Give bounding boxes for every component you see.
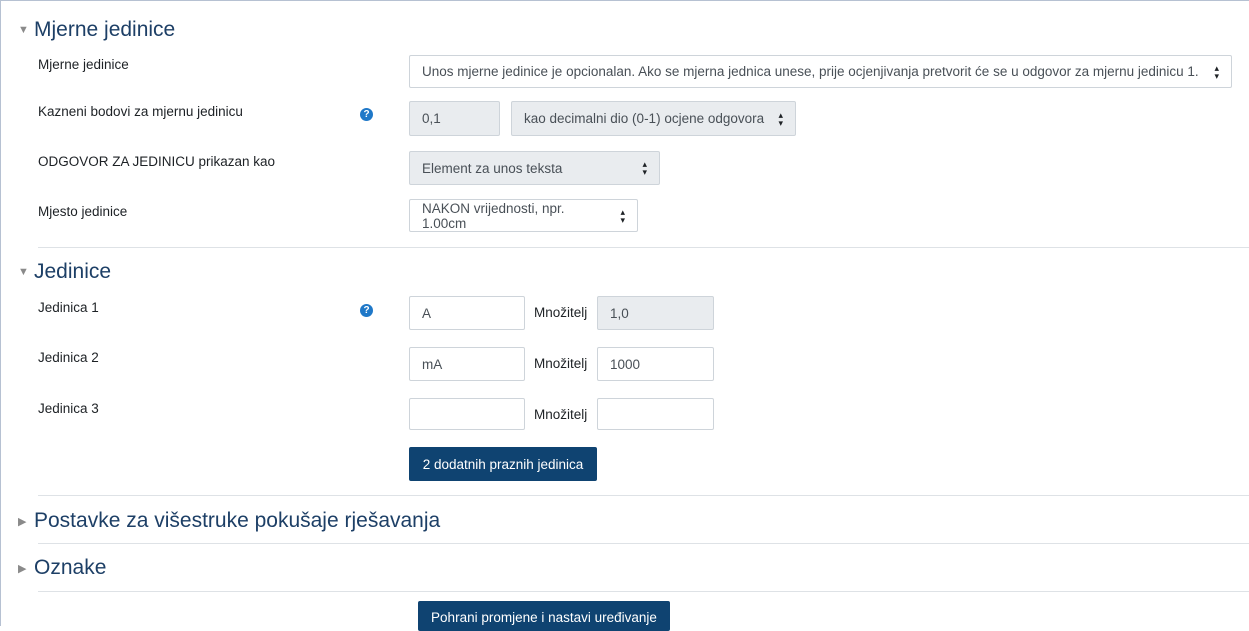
section-header-units[interactable]: ▼ Mjerne jedinice [18,18,175,42]
unit-display-select[interactable]: Element za unos teksta ▴ ▾ [409,151,660,185]
multiplier-2-input[interactable]: 1000 [597,347,714,381]
question-circle-icon[interactable]: ? [360,108,373,121]
section-title: Postavke za višestruke pokušaje rješavan… [34,509,441,532]
unit-display-label: ODGOVOR ZA JEDINICU prikazan kao [38,154,276,169]
multiplier-label: Množitelj [534,305,588,320]
add-blank-units-button[interactable]: 2 dodatnih praznih jedinica [409,447,597,481]
unit-1-value: A [422,305,432,321]
unit-position-select[interactable]: NAKON vrijednosti, npr. 1.00cm ▴ ▾ [409,199,638,232]
unit-penalty-mode-value: kao decimalni dio (0-1) ocjene odgovora [524,111,765,126]
unit-row-label: Jedinica 2 [38,350,99,365]
section-header-unit-list[interactable]: ▼ Jedinice [18,260,111,284]
section-title: Mjerne jedinice [34,18,176,41]
select-caret-icon: ▴ ▾ [778,109,783,128]
unit-display-value: Element za unos teksta [422,160,563,176]
unit-2-value: mA [422,356,443,372]
unit-position-label: Mjesto jedinice [38,204,128,219]
unit-penalty-mode-select[interactable]: kao decimalni dio (0-1) ocjene odgovora … [511,101,796,136]
multiplier-3-input[interactable] [597,398,714,430]
section-title: Jedinice [34,260,112,283]
multiplier-label: Množitelj [534,407,588,422]
unit-penalty-input[interactable]: 0,1 [409,101,500,136]
unit-penalty-value: 0,1 [422,111,441,126]
unit-penalty-label: Kazneni bodovi za mjernu jedinicu [38,104,243,119]
unit-row-label: Jedinica 3 [38,401,99,416]
unit-handling-label: Mjerne jedinice [38,57,129,72]
question-circle-icon[interactable]: ? [360,304,373,317]
multiplier-2-value: 1000 [610,356,641,372]
select-caret-icon: ▴ ▾ [620,206,625,225]
section-header-tags[interactable]: ▶ Oznake [18,556,106,580]
triangle-right-icon: ▶ [18,515,27,528]
multiplier-label: Množitelj [534,356,588,371]
section-divider [38,591,1249,592]
select-caret-icon: ▴ ▾ [642,159,647,177]
section-divider [38,247,1249,248]
unit-position-value: NAKON vrijednosti, npr. 1.00cm [422,200,565,231]
unit-handling-value: Unos mjerne jedinice je opcionalan. Ako … [422,64,1199,79]
multiplier-1-input[interactable]: 1,0 [597,296,714,330]
select-caret-icon: ▴ ▾ [1214,62,1219,81]
triangle-down-icon: ▼ [18,266,29,278]
unit-3-input[interactable] [409,398,525,430]
unit-row-label: Jedinica 1 [38,300,99,315]
triangle-right-icon: ▶ [18,562,27,575]
unit-1-input[interactable]: A [409,296,525,330]
section-divider [38,495,1249,496]
multiplier-1-value: 1,0 [610,305,629,321]
section-title: Oznake [34,556,107,579]
section-divider [38,543,1249,544]
save-and-continue-button[interactable]: Pohrani promjene i nastavi uređivanje [418,601,670,631]
unit-handling-select[interactable]: Unos mjerne jedinice je opcionalan. Ako … [409,55,1232,88]
unit-2-input[interactable]: mA [409,347,525,381]
section-header-multitry[interactable]: ▶ Postavke za višestruke pokušaje rješav… [18,509,440,533]
triangle-down-icon: ▼ [18,24,29,36]
